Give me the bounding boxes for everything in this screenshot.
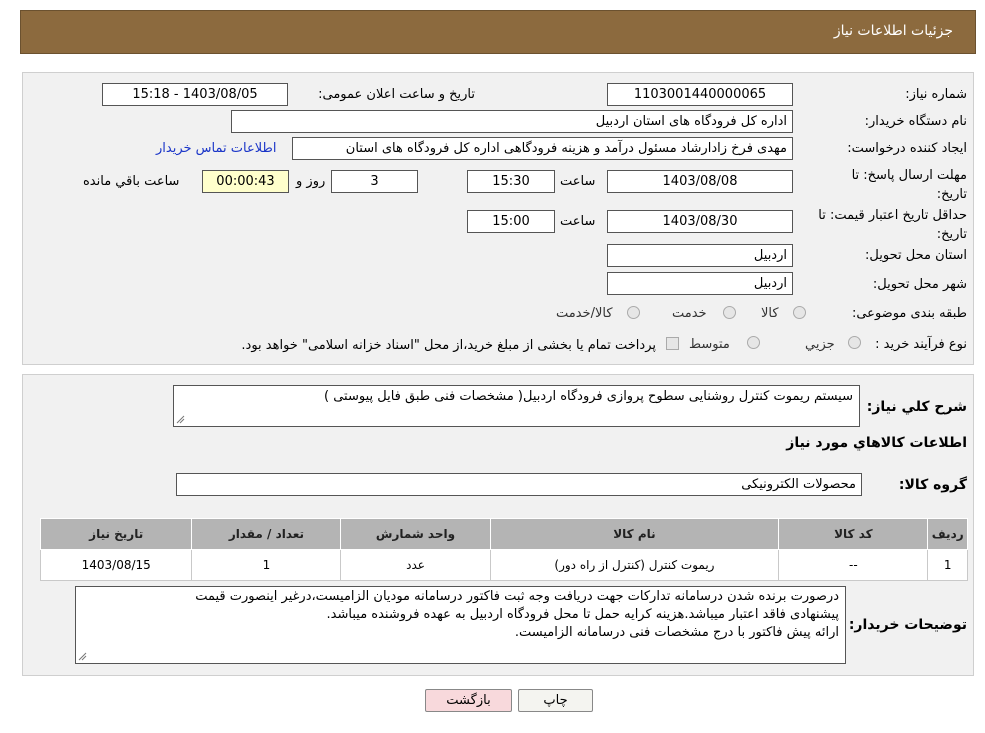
need-number-field: 1103001440000065 — [607, 83, 793, 106]
row-number-cell: 1 — [927, 549, 968, 581]
item-code-cell: -- — [778, 549, 929, 581]
goods-table: رديف كد كالا نام كالا واحد شمارش تعداد /… — [39, 518, 968, 581]
category-service-label: خدمت — [672, 306, 707, 321]
treasury-checkbox[interactable] — [666, 337, 679, 350]
quantity-cell: 1 — [191, 549, 342, 581]
description-label: شرح كلي نیاز: — [866, 399, 967, 415]
reply-date-field: 1403/08/08 — [607, 170, 793, 193]
buyer-org-field: اداره کل فرودگاه های استان اردبیل — [231, 110, 793, 133]
table-row: 1 -- ریموت کنترل (کنترل از راه دور) عدد … — [39, 549, 968, 581]
category-label: طبقه بندی موضوعی: — [851, 306, 967, 321]
col-quantity-header: تعداد / مقدار — [191, 518, 342, 550]
description-textarea[interactable]: سیستم ریموت کنترل روشنایی سطوح پروازی فر… — [173, 385, 860, 427]
price-validity-date-field: 1403/08/30 — [607, 210, 793, 233]
goods-info-title: اطلاعات كالاهاي مورد نیاز — [786, 435, 967, 451]
category-goods-label: کالا — [761, 306, 779, 321]
col-code-header: كد كالا — [778, 518, 929, 550]
resize-handle-icon[interactable] — [78, 652, 87, 661]
process-small-radio[interactable] — [848, 336, 861, 349]
category-goods-service-radio[interactable] — [627, 306, 640, 319]
col-row-header: رديف — [927, 518, 968, 550]
unit-cell: عدد — [340, 549, 491, 581]
goods-group-field: محصولات الکترونیکی — [176, 473, 862, 496]
col-name-header: نام كالا — [489, 518, 780, 550]
buyer-note-line: ارائه پیش فاکتور با درج مشخصات فنی درسام… — [514, 625, 839, 640]
process-type-label: نوع فرآیند خرید : — [875, 337, 967, 352]
reply-time-label: ساعت — [560, 174, 596, 189]
process-small-label: جزیي — [805, 337, 835, 352]
back-button[interactable]: بازگشت — [425, 689, 512, 712]
need-number-label: شماره نیاز: — [905, 87, 967, 102]
city-label: شهر محل تحویل: — [872, 277, 967, 292]
buyer-notes-textarea[interactable]: درصورت برنده شدن درسامانه تدارکات جهت در… — [75, 586, 846, 664]
goods-group-label: گروه كالا: — [898, 477, 967, 493]
days-label: روز و — [296, 174, 326, 189]
price-validity-time-label: ساعت — [560, 214, 596, 229]
city-field: اردبیل — [607, 272, 793, 295]
resize-handle-icon[interactable] — [176, 415, 185, 424]
page-header: جزئیات اطلاعات نیاز — [20, 10, 976, 54]
price-validity-time-field: 15:00 — [467, 210, 555, 233]
item-name-cell: ریموت کنترل (کنترل از راه دور) — [489, 549, 780, 581]
table-header-row: رديف كد كالا نام كالا واحد شمارش تعداد /… — [39, 518, 968, 550]
price-validity-label: حداقل تاریخ اعتبار قیمت: تا تاریخ: — [818, 208, 967, 242]
page-title: جزئیات اطلاعات نیاز — [833, 23, 953, 39]
announce-datetime-field: 1403/08/05 - 15:18 — [102, 83, 288, 106]
need-date-cell: 1403/08/15 — [39, 549, 193, 581]
reply-time-field: 15:30 — [467, 170, 555, 193]
buyer-note-line: درصورت برنده شدن درسامانه تدارکات جهت در… — [195, 589, 839, 604]
process-medium-radio[interactable] — [747, 336, 760, 349]
days-remaining-field: 3 — [331, 170, 418, 193]
reply-deadline-label: مهلت ارسال پاسخ: تا تاریخ: — [851, 168, 967, 202]
description-text: سیستم ریموت کنترل روشنایی سطوح پروازی فر… — [324, 389, 853, 404]
category-goods-radio[interactable] — [793, 306, 806, 319]
countdown-timer: 00:00:43 — [202, 170, 289, 193]
col-unit-header: واحد شمارش — [340, 518, 491, 550]
category-service-radio[interactable] — [723, 306, 736, 319]
province-label: استان محل تحویل: — [865, 248, 967, 263]
buyer-notes-label: توضیحات خریدار: — [848, 617, 967, 633]
buyer-note-line: پیشنهادی فاقد اعتبار میباشد.هزینه کرایه … — [326, 607, 839, 622]
remaining-label: ساعت باقي مانده — [83, 174, 180, 189]
province-field: اردبیل — [607, 244, 793, 267]
requester-field: مهدی فرخ زادارشاد مسئول درآمد و هزینه فر… — [292, 137, 793, 160]
process-medium-label: متوسط — [689, 337, 730, 352]
col-date-header: تاريخ نياز — [39, 518, 193, 550]
announce-datetime-label: تاریخ و ساعت اعلان عمومی: — [318, 87, 475, 102]
buyer-org-label: نام دستگاه خریدار: — [864, 114, 967, 129]
category-goods-service-label: کالا/خدمت — [556, 306, 613, 321]
print-button[interactable]: چاپ — [518, 689, 593, 712]
process-note: پرداخت تمام یا بخشی از مبلغ خرید،از محل … — [241, 338, 656, 353]
buyer-contact-link[interactable]: اطلاعات تماس خریدار — [156, 141, 276, 156]
requester-label: ایجاد کننده درخواست: — [847, 141, 967, 156]
